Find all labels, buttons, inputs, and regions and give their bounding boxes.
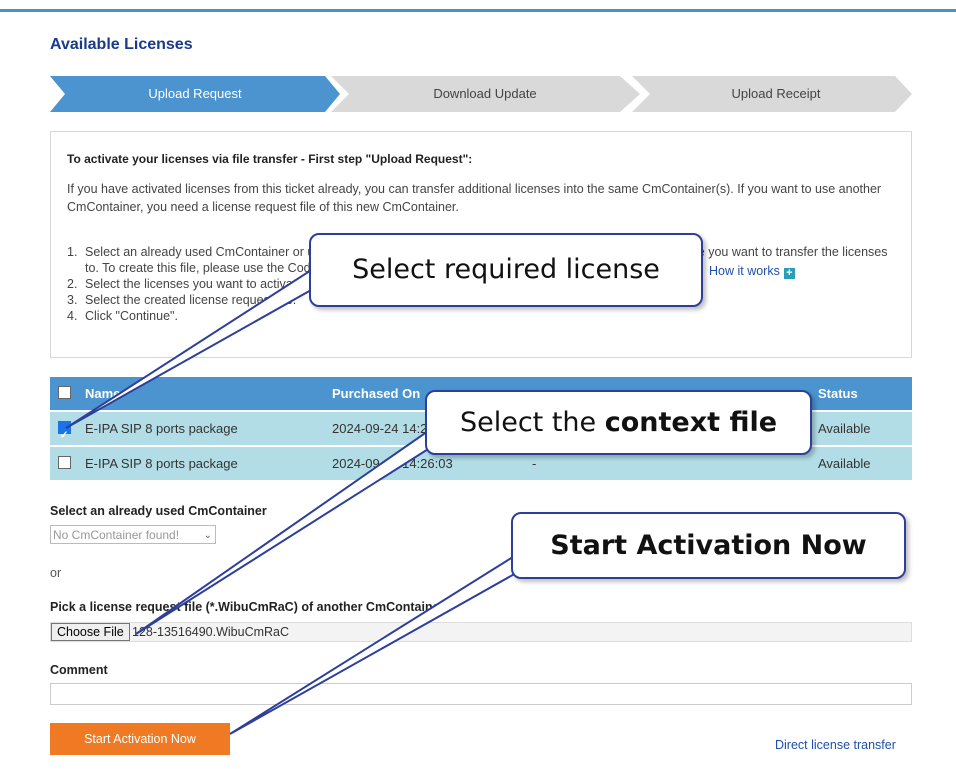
chevron-down-icon: ⌄ — [203, 530, 212, 541]
row-status: Available — [818, 421, 871, 436]
callout-start-activation: Start Activation Now — [511, 512, 906, 579]
comment-label: Comment — [50, 663, 108, 677]
cmcontainer-select[interactable]: No CmContainer found! ⌄ — [50, 525, 216, 544]
how-it-works-link[interactable]: How it works + — [709, 264, 795, 279]
container-label: Select an already used CmContainer — [50, 504, 267, 518]
comment-input[interactable] — [50, 683, 912, 705]
step-upload-request[interactable]: Upload Request — [50, 76, 340, 112]
row-checkbox[interactable] — [58, 412, 71, 452]
callout-select-license: Select required license — [309, 233, 703, 307]
row-name: E-IPA SIP 8 ports package — [85, 456, 238, 471]
start-activation-button[interactable]: Start Activation Now — [50, 723, 230, 755]
instructions-paragraph: If you have activated licenses from this… — [67, 182, 882, 214]
plus-icon[interactable]: + — [783, 268, 795, 279]
row-name: E-IPA SIP 8 ports package — [85, 421, 238, 436]
or-text: or — [50, 566, 62, 580]
step-upload-receipt[interactable]: Upload Receipt — [640, 76, 912, 112]
step-download-update[interactable]: Download Update — [340, 76, 630, 112]
direct-license-transfer-link[interactable]: Direct license transfer — [775, 738, 896, 752]
row-checkbox[interactable] — [58, 447, 71, 480]
select-all-checkbox[interactable] — [58, 377, 71, 410]
row-status: Available — [818, 456, 871, 471]
file-name: 128-13516490.WibuCmRaC — [132, 625, 290, 639]
col-purchased[interactable]: Purchased On — [332, 377, 420, 410]
top-border — [0, 9, 956, 12]
file-label: Pick a license request file (*.WibuCmRaC… — [50, 600, 445, 614]
choose-file-button[interactable]: Choose File — [51, 623, 130, 641]
col-name[interactable]: Name — [85, 377, 120, 410]
instructions-heading: To activate your licenses via file trans… — [67, 152, 473, 166]
list-item: 4. Click "Continue". — [67, 309, 178, 323]
wizard-steps: Upload Request Download Update Upload Re… — [50, 76, 912, 112]
page-title: Available Licenses — [50, 36, 193, 53]
callout-context-file: Select the context file — [425, 390, 812, 455]
col-status[interactable]: Status — [818, 377, 858, 410]
file-input[interactable]: Choose File 128-13516490.WibuCmRaC — [50, 622, 912, 642]
